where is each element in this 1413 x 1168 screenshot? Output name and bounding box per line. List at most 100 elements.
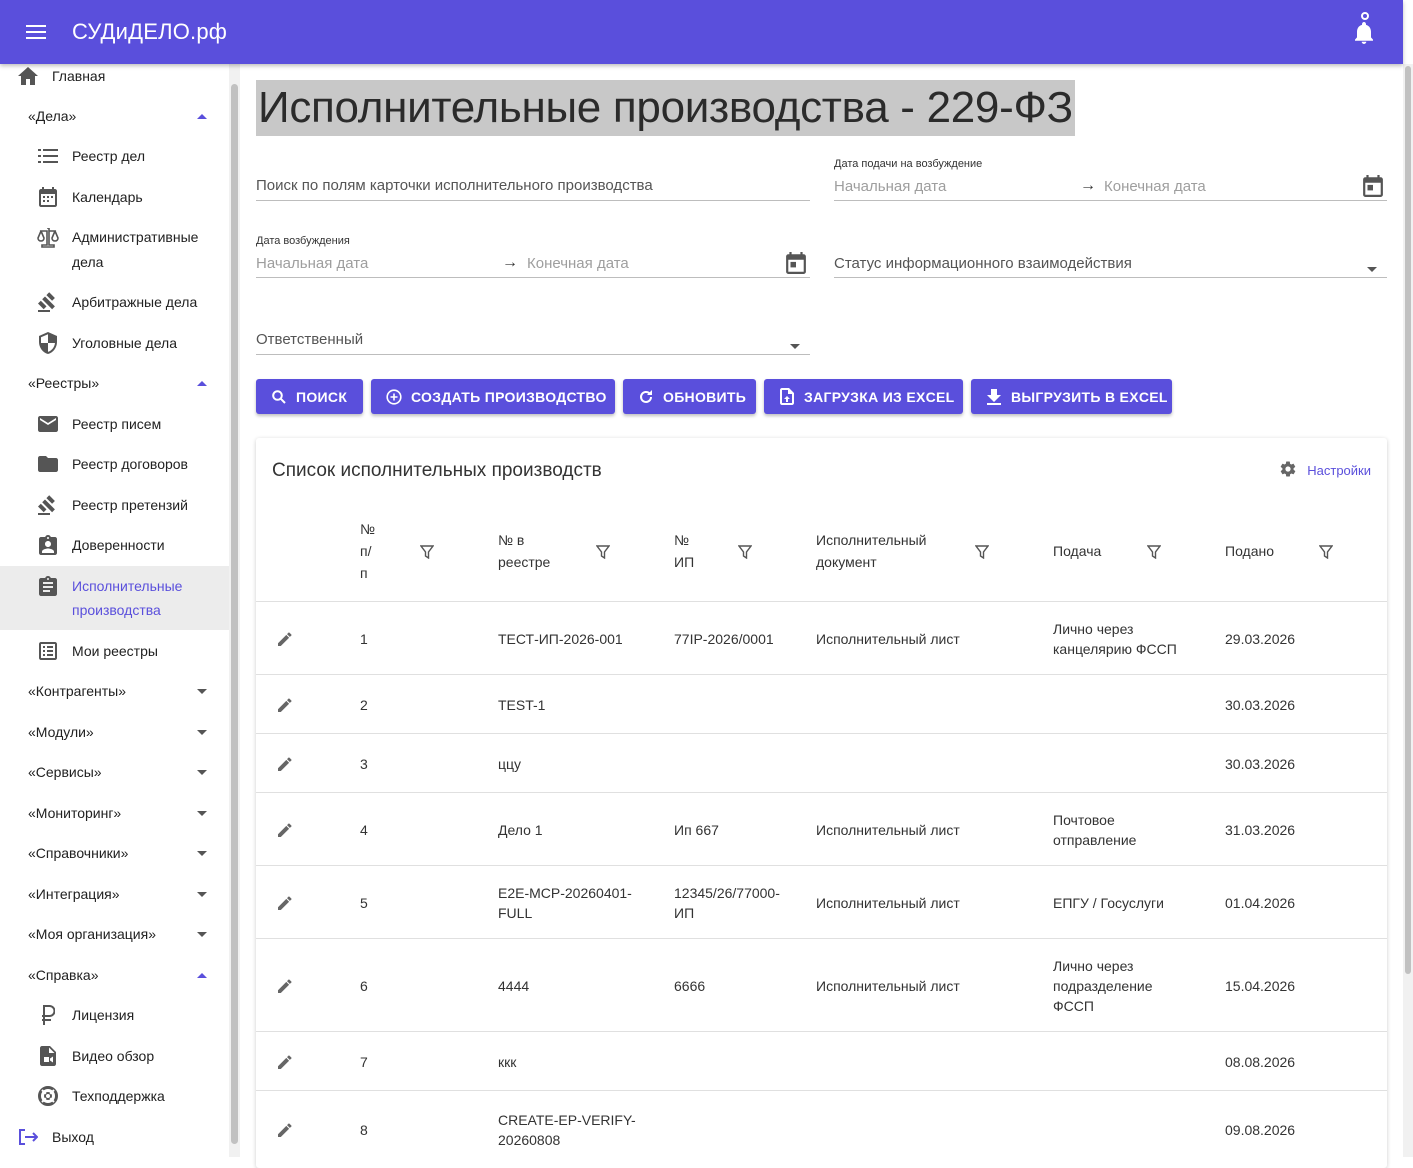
sidebar-item-support[interactable]: Техподдержка [0, 1084, 230, 1108]
table-row[interactable]: 3 ццу 30.03.2026 [256, 733, 1387, 792]
sidebar-item-enforcement[interactable]: Исполнительные производства [0, 566, 230, 630]
table-row[interactable]: 2 TEST-1 30.03.2026 [256, 674, 1387, 733]
edit-icon[interactable] [276, 696, 294, 714]
create-button-label: СОЗДАТЬ ПРОИЗВОДСТВО [411, 388, 607, 405]
main-scrollbar-thumb[interactable] [1405, 66, 1411, 974]
responsible-select[interactable]: Ответственный [256, 322, 810, 355]
filter-icon[interactable] [596, 545, 610, 559]
create-button[interactable]: СОЗДАТЬ ПРОИЗВОДСТВО [371, 379, 615, 414]
cell-line: Исполнительный лист [816, 977, 960, 994]
filter-icon[interactable] [975, 545, 989, 559]
sidebar-item-my-registries[interactable]: Мои реестры [0, 639, 230, 663]
sidebar-group-integration[interactable]: «Интеграция» [0, 884, 230, 904]
menu-icon[interactable] [0, 0, 72, 64]
cell-line: 29.03.2026 [1225, 630, 1296, 647]
caret-down-icon [196, 847, 208, 859]
sidebar-group-modules[interactable]: «Модули» [0, 722, 230, 742]
range-arrow-icon: → [1080, 177, 1096, 194]
status-select[interactable]: Статус информационного взаимодействия [834, 245, 1387, 278]
column-header-registry[interactable]: № в реестре [498, 529, 550, 573]
sidebar-item-license[interactable]: Лицензия [0, 1003, 230, 1027]
header-line: Исполнительный [816, 532, 927, 548]
sidebar-group-counterparties[interactable]: «Контрагенты» [0, 681, 230, 701]
table-row[interactable]: 1 ТЕСТ-ИП-2026-001 77IP-2026/0001 Исполните… [256, 601, 1387, 674]
column-header-num[interactable]: № п/ п [360, 518, 375, 584]
table-row[interactable]: 4 Дело 1 Ип 667 Исполнительный лист Почтовое… [256, 792, 1387, 865]
filter-icon[interactable] [738, 545, 752, 559]
sidebar-group-label: «Справка» [28, 967, 99, 983]
sidebar-group-registries[interactable]: «Реестры» [0, 373, 230, 393]
filter-icon[interactable] [420, 545, 434, 559]
refresh-button[interactable]: ОБНОВИТЬ [623, 379, 756, 414]
app-brand[interactable]: СУДиДЕЛО.рф [72, 19, 227, 45]
submit-date-range[interactable]: Дата подачи на возбуждение Начальная дат… [834, 158, 1387, 201]
range-arrow-icon: → [502, 254, 518, 271]
sidebar-item-claims[interactable]: Реестр претензий [0, 493, 230, 517]
sidebar-group-help[interactable]: «Справка» [0, 965, 230, 985]
column-header-document[interactable]: Исполнительный документ [816, 529, 927, 573]
calendar-icon[interactable] [786, 252, 808, 274]
initiation-date-range[interactable]: Дата возбуждения Начальная дата → Конечн… [256, 235, 810, 278]
table-row[interactable]: 8 CREATE-EP-VERIFY- 20260808 09.08.2026 [256, 1090, 1387, 1168]
caret-down-icon [196, 766, 208, 778]
shield-icon [36, 331, 60, 355]
sidebar-item-contracts[interactable]: Реестр договоров [0, 452, 230, 476]
table-row[interactable]: 7 ккк 08.08.2026 [256, 1031, 1387, 1090]
edit-icon[interactable] [276, 821, 294, 839]
sidebar-item-power-of-attorney[interactable]: Доверенности [0, 533, 230, 557]
edit-icon[interactable] [276, 894, 294, 912]
sidebar-item-arbitration[interactable]: Арбитражные дела [0, 290, 230, 314]
sidebar-group-my-organization[interactable]: «Моя организация» [0, 924, 230, 944]
initiation-start-date[interactable]: Начальная дата [256, 255, 368, 272]
sidebar-item-letters[interactable]: Реестр писем [0, 412, 230, 436]
notifications-button[interactable] [1349, 12, 1379, 48]
filter-icon[interactable] [1319, 545, 1333, 559]
cell-line: 3 [360, 755, 368, 772]
sidebar-group-references[interactable]: «Справочники» [0, 843, 230, 863]
settings-link[interactable]: Настройки [1279, 460, 1371, 480]
initiation-end-date[interactable]: Конечная дата [527, 255, 629, 272]
sidebar-group-label: «Моя организация» [28, 926, 156, 942]
submit-start-date[interactable]: Начальная дата [834, 178, 946, 195]
sidebar-item-logout[interactable]: Выход [0, 1125, 230, 1149]
status-placeholder: Статус информационного взаимодействия [834, 255, 1132, 272]
search-input[interactable]: Поиск по полям карточки исполнительного … [256, 168, 810, 201]
cell-line: Лично через [1053, 620, 1134, 637]
import-excel-label: ЗАГРУЗКА ИЗ EXCEL [804, 388, 955, 405]
sidebar-scrollbar-thumb[interactable] [231, 84, 238, 1144]
sidebar-item-home[interactable]: Главная [0, 64, 230, 88]
cell-line: Исполнительный лист [816, 894, 960, 911]
import-excel-button[interactable]: ЗАГРУЗКА ИЗ EXCEL [764, 379, 963, 414]
edit-icon[interactable] [276, 755, 294, 773]
export-excel-button[interactable]: ВЫГРУЗИТЬ В EXCEL [971, 379, 1172, 414]
filter-icon[interactable] [1147, 545, 1161, 559]
column-header-submission[interactable]: Подача [1053, 540, 1101, 562]
sidebar-group-monitoring[interactable]: «Мониторинг» [0, 803, 230, 823]
sidebar-item-criminal[interactable]: Уголовные дела [0, 331, 230, 355]
sidebar-item-calendar[interactable]: Календарь [0, 185, 230, 209]
sidebar-item-administrative[interactable]: Административные дела [0, 225, 230, 275]
logout-icon [16, 1125, 40, 1149]
sidebar-group-cases[interactable]: «Дела» [0, 106, 230, 126]
table-row[interactable]: 6 4444 6666 Исполнительный лист Лично через п… [256, 938, 1387, 1031]
cell-line: FULL [498, 904, 533, 921]
caret-down-icon [196, 888, 208, 900]
sidebar-group-services[interactable]: «Сервисы» [0, 762, 230, 782]
sidebar-item-label: Реестр дел [72, 148, 146, 164]
edit-icon[interactable] [276, 1053, 294, 1071]
edit-icon[interactable] [276, 630, 294, 648]
sidebar-item-case-registry[interactable]: Реестр дел [0, 144, 230, 168]
sidebar-group-label: «Мониторинг» [28, 805, 122, 821]
sidebar-item-video[interactable]: Видео обзор [0, 1044, 230, 1068]
sidebar-item-label: Лицензия [72, 1007, 135, 1023]
search-button[interactable]: ПОИСК [256, 379, 363, 414]
edit-icon[interactable] [276, 977, 294, 995]
sidebar-item-label: Календарь [72, 189, 143, 205]
column-header-submitted[interactable]: Подано [1225, 540, 1274, 562]
edit-icon[interactable] [276, 1121, 294, 1139]
column-header-ip[interactable]: № ИП [674, 529, 694, 573]
calendar-icon[interactable] [1363, 175, 1385, 197]
table-row[interactable]: 5 E2E-MCP-20260401- FULL 12345/26/77000- ИП И… [256, 865, 1387, 938]
sidebar-group-label: «Интеграция» [28, 886, 120, 902]
submit-end-date[interactable]: Конечная дата [1104, 178, 1206, 195]
